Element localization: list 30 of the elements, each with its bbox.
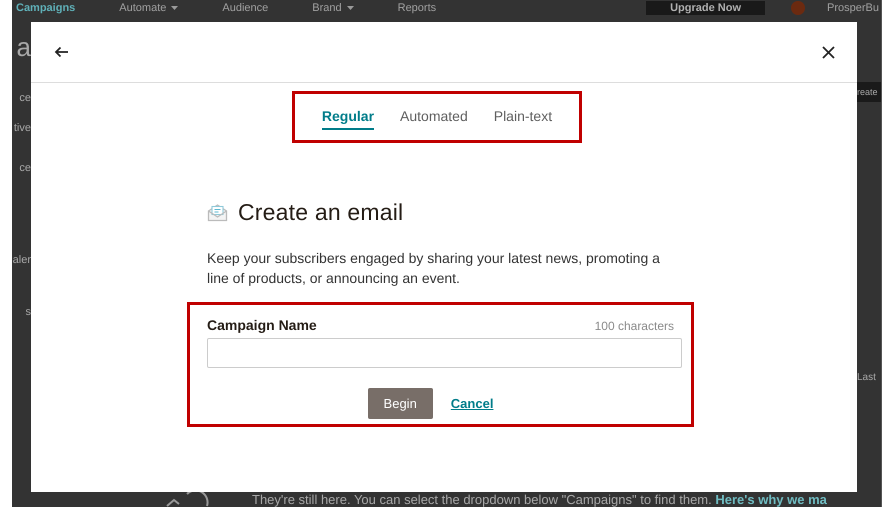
envelope-icon	[207, 203, 228, 222]
dialog-title: Create an email	[238, 199, 404, 226]
nav-item[interactable]: Brand	[312, 2, 354, 14]
upgrade-button[interactable]: Upgrade Now	[646, 1, 766, 15]
nav-item[interactable]: Audience	[222, 2, 268, 14]
page-text: ce	[19, 92, 31, 104]
tab[interactable]: Automated	[400, 104, 468, 130]
account-name: ProsperBu	[827, 2, 879, 14]
page-text: Last	[857, 372, 877, 383]
field-label: Campaign Name	[207, 317, 317, 333]
campaign-name-field[interactable]	[207, 338, 682, 368]
character-limit: 100 characters	[594, 319, 674, 333]
cancel-link[interactable]: Cancel	[450, 396, 494, 411]
page-text: s	[26, 306, 31, 318]
close-icon[interactable]	[822, 46, 835, 58]
page-text: aler	[12, 254, 31, 266]
back-arrow-icon[interactable]	[54, 46, 69, 58]
page-text: tive	[14, 122, 31, 134]
nav-item[interactable]: Automate	[119, 2, 178, 14]
page-text: ce	[19, 162, 31, 174]
notice-text: They're still here. You can select the dropdown below "Campaigns" to find them. Here's why we ma	[252, 492, 827, 507]
description-text: Keep your subscribers engaged by sharing your latest news, promoting a line of products, or announcing an event.	[207, 249, 661, 288]
create-button[interactable]: reate	[857, 82, 881, 102]
tab[interactable]: Plain-text	[494, 104, 552, 130]
tab[interactable]: Regular	[322, 104, 374, 130]
page-text: a	[16, 32, 31, 62]
begin-button[interactable]: Begin	[368, 388, 433, 419]
nav-item[interactable]: Reports	[398, 2, 436, 14]
nav-item[interactable]: Campaigns	[16, 2, 76, 14]
notice-link[interactable]: Here's why we ma	[715, 492, 827, 507]
